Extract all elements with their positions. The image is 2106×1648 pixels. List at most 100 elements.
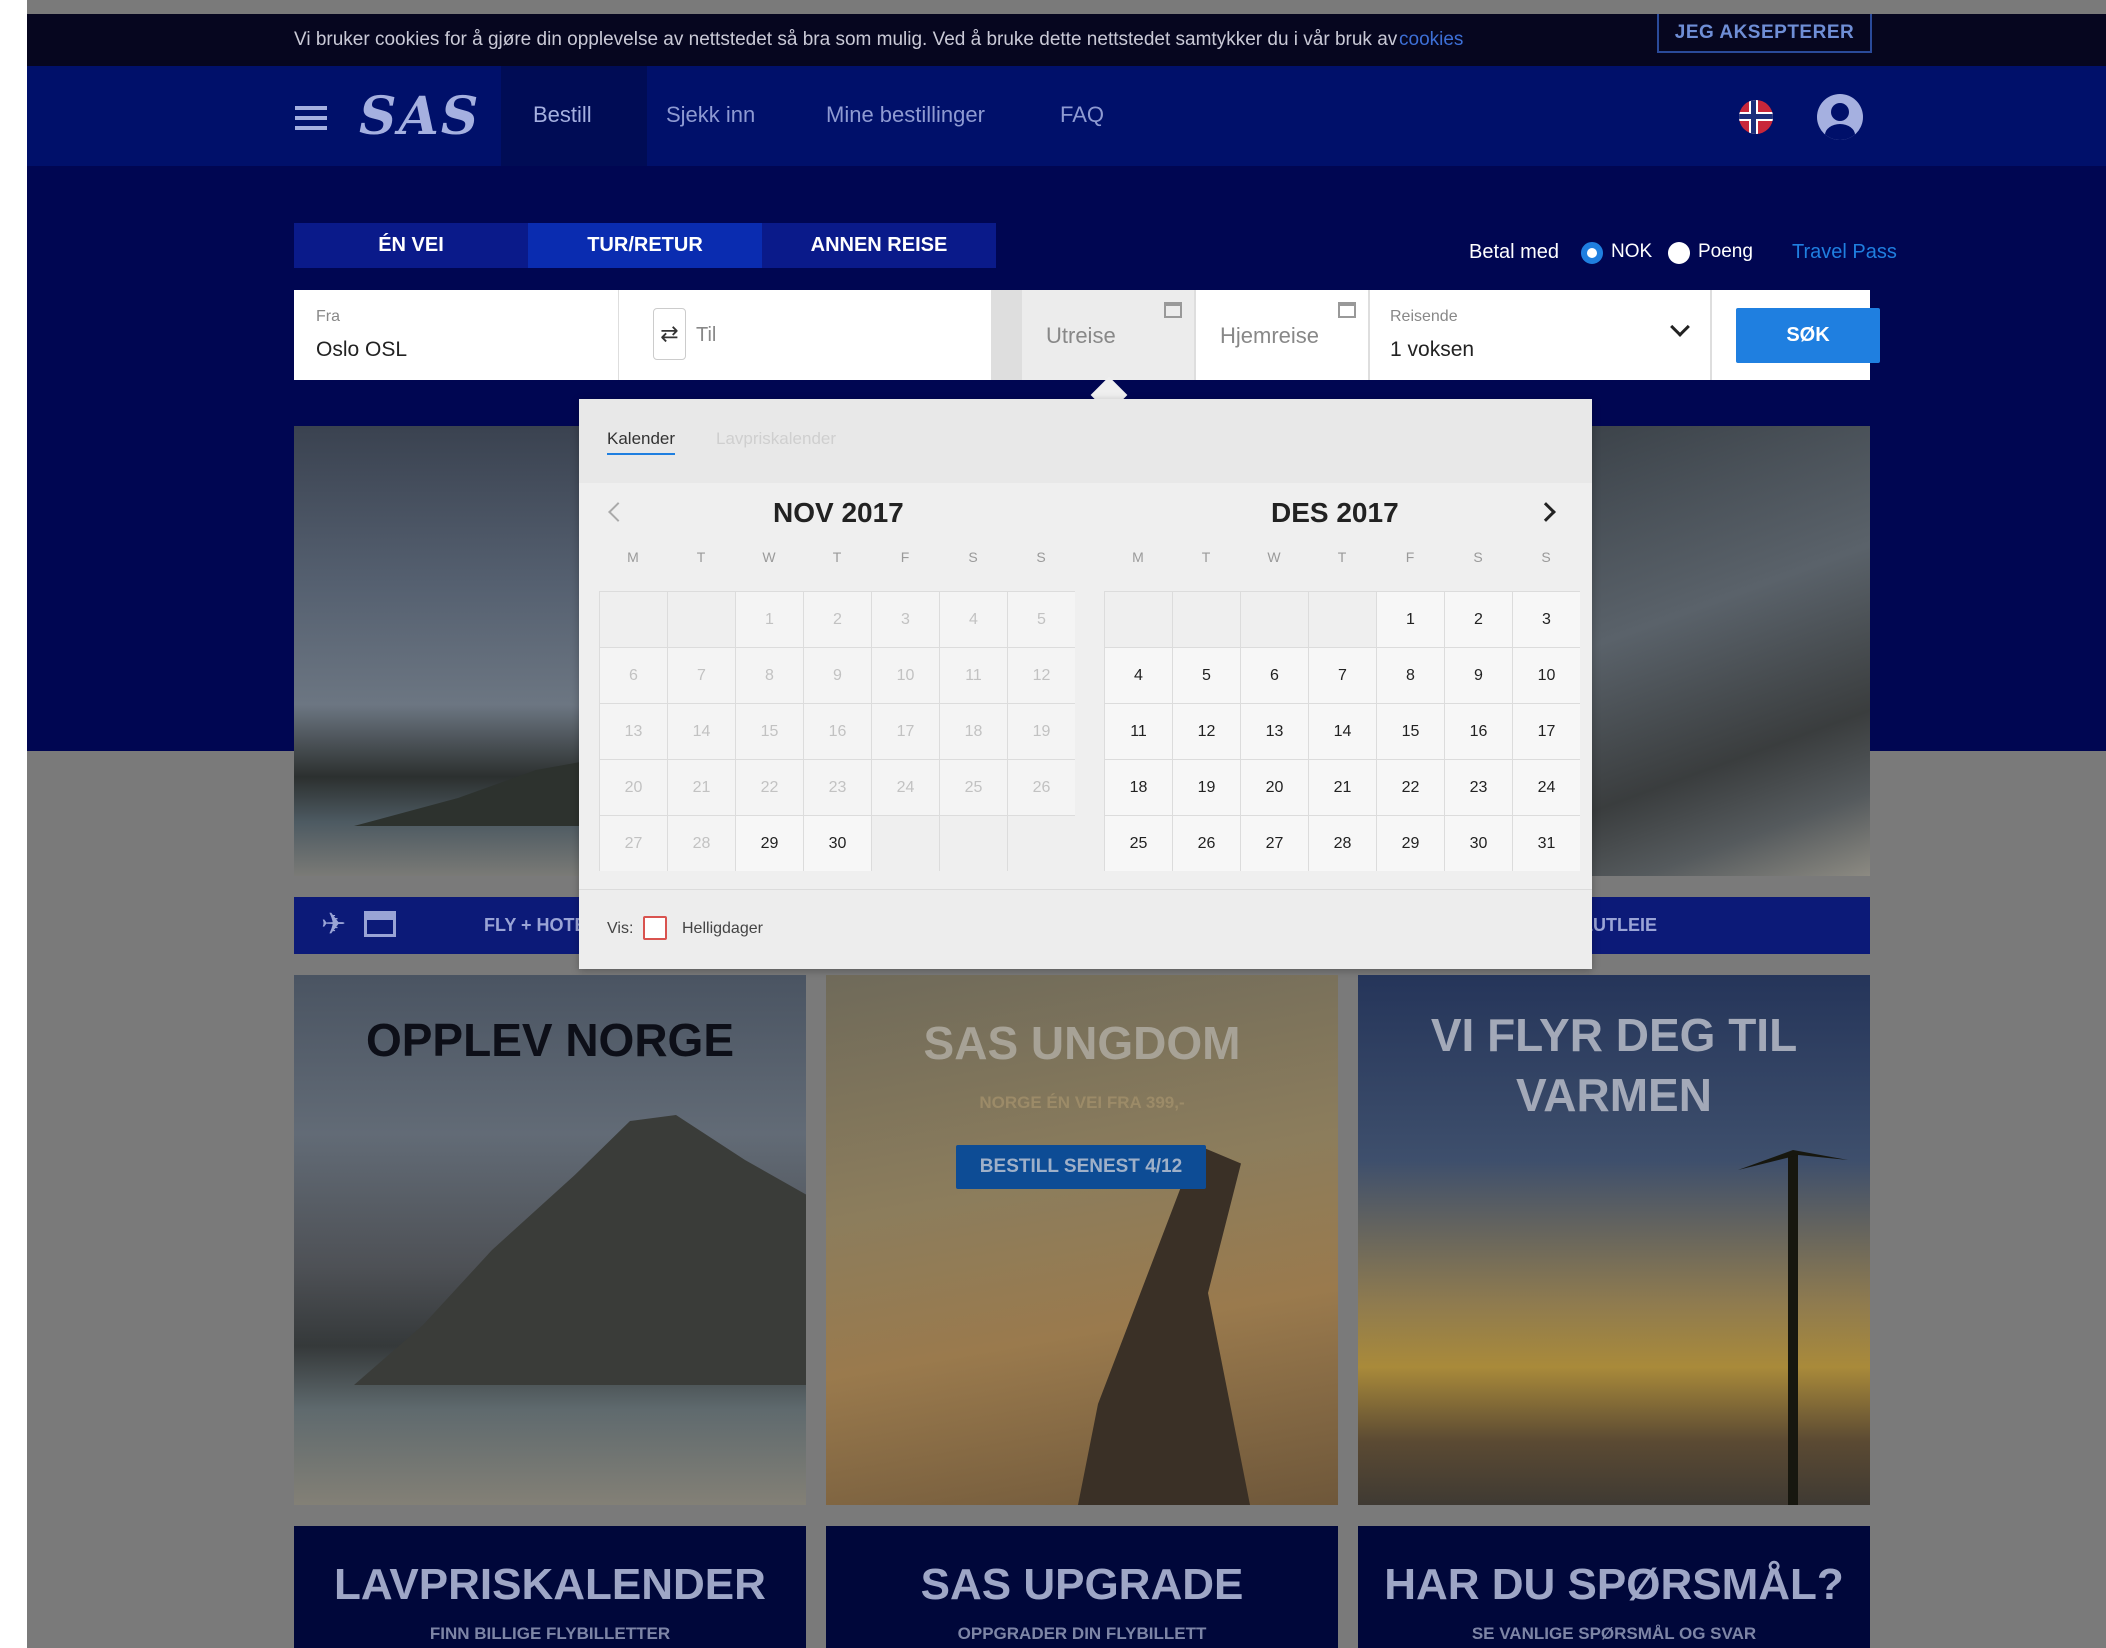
- calendar-day[interactable]: 29: [1376, 815, 1444, 871]
- radio-poeng[interactable]: [1668, 242, 1690, 264]
- calendar-day: 10: [871, 647, 939, 703]
- nav-item-faq[interactable]: FAQ: [1060, 102, 1104, 128]
- weekday-label: F: [900, 549, 910, 565]
- tab-en-vei[interactable]: ÉN VEI: [294, 223, 528, 268]
- sas-logo[interactable]: SAS: [359, 86, 480, 147]
- calendar-day[interactable]: 2: [1444, 591, 1512, 647]
- flight-icon: ✈: [321, 908, 347, 941]
- cookie-banner: Vi bruker cookies for å gjøre din opplev…: [27, 14, 2106, 66]
- card-lavpriskalender[interactable]: LAVPRISKALENDER FINN BILLIGE FLYBILLETTE…: [294, 1526, 806, 1648]
- chevron-down-icon[interactable]: [1670, 317, 1690, 337]
- to-field[interactable]: Til: [696, 324, 716, 347]
- norway-flag-icon[interactable]: [1739, 100, 1773, 134]
- month-title-left: NOV 2017: [773, 497, 904, 528]
- calendar-day: 18: [939, 703, 1007, 759]
- bestill-senest-button[interactable]: BESTILL SENEST 4/12: [956, 1145, 1206, 1189]
- weekday-label: S: [968, 549, 978, 565]
- calendar-day[interactable]: 13: [1240, 703, 1308, 759]
- weekday-label: M: [627, 549, 639, 565]
- calendar-day[interactable]: 21: [1308, 759, 1376, 815]
- weekday-label: M: [1132, 549, 1144, 565]
- calendar-day[interactable]: 28: [1308, 815, 1376, 871]
- tab-lavpriskalender[interactable]: Lavpriskalender: [716, 429, 836, 449]
- calendar-day[interactable]: 19: [1172, 759, 1240, 815]
- card-vi-flyr-deg-til-varmen[interactable]: VI FLYR DEG TIL VARMEN: [1358, 975, 1870, 1505]
- calendar-empty-cell: [599, 591, 667, 647]
- calendar-day[interactable]: 12: [1172, 703, 1240, 759]
- calendar-day[interactable]: 5: [1172, 647, 1240, 703]
- card-sas-ungdom[interactable]: SAS UNGDOM NORGE ÉN VEI FRA 399,- BESTIL…: [826, 975, 1338, 1505]
- calendar-day[interactable]: 9: [1444, 647, 1512, 703]
- calendar-day: 11: [939, 647, 1007, 703]
- calendar-day: 16: [803, 703, 871, 759]
- calendar-day[interactable]: 23: [1444, 759, 1512, 815]
- calendar-day[interactable]: 14: [1308, 703, 1376, 759]
- calendar-day[interactable]: 31: [1512, 815, 1580, 871]
- tab-tur-retur[interactable]: TUR/RETUR: [528, 223, 762, 268]
- calendar-day[interactable]: 17: [1512, 703, 1580, 759]
- calendar-day: 25: [939, 759, 1007, 815]
- swap-icon[interactable]: ⇄: [653, 308, 686, 360]
- calendar-day[interactable]: 3: [1512, 591, 1580, 647]
- accept-cookies-button[interactable]: JEG AKSEPTERER: [1657, 14, 1872, 53]
- calendar-day[interactable]: 22: [1376, 759, 1444, 815]
- calendar-day[interactable]: 8: [1376, 647, 1444, 703]
- card-har-du-sporsmal[interactable]: HAR DU SPØRSMÅL? SE VANLIGE SPØRSMÅL OG …: [1358, 1526, 1870, 1648]
- radio-nok[interactable]: [1581, 242, 1603, 264]
- card-title: SAS UNGDOM: [923, 1017, 1241, 1069]
- menu-icon[interactable]: [295, 106, 327, 130]
- card-opplev-norge[interactable]: OPPLEV NORGE: [294, 975, 806, 1505]
- calendar-day[interactable]: 27: [1240, 815, 1308, 871]
- user-account-icon[interactable]: [1817, 94, 1863, 140]
- calendar-day[interactable]: 4: [1104, 647, 1172, 703]
- calendar-day[interactable]: 11: [1104, 703, 1172, 759]
- calendar-day[interactable]: 16: [1444, 703, 1512, 759]
- return-date-field[interactable]: Hjemreise: [1196, 290, 1368, 380]
- calendar-day: 26: [1007, 759, 1075, 815]
- calendar-day[interactable]: 6: [1240, 647, 1308, 703]
- calendar-footer: Vis: Helligdager: [579, 889, 1592, 969]
- car-rental-link[interactable]: BILUTLEIE: [1564, 915, 1964, 936]
- travelers-field[interactable]: Reisende 1 voksen: [1370, 290, 1710, 380]
- calendar-day[interactable]: 15: [1376, 703, 1444, 759]
- calendar-day: 23: [803, 759, 871, 815]
- calendar-day[interactable]: 25: [1104, 815, 1172, 871]
- nav-item-sjekk-inn[interactable]: Sjekk inn: [666, 102, 755, 128]
- weekday-label: T: [696, 549, 706, 565]
- card-title-line2: VARMEN: [1516, 1069, 1712, 1121]
- cookie-link[interactable]: cookies: [1399, 29, 1463, 51]
- calendar-day[interactable]: 1: [1376, 591, 1444, 647]
- calendar-day[interactable]: 10: [1512, 647, 1580, 703]
- weekday-label: S: [1036, 549, 1046, 565]
- return-placeholder: Hjemreise: [1220, 323, 1320, 348]
- outbound-placeholder: Utreise: [1046, 323, 1116, 348]
- card-subtitle: SE VANLIGE SPØRSMÅL OG SVAR: [1471, 1624, 1757, 1643]
- travel-pass-link[interactable]: Travel Pass: [1792, 241, 1897, 264]
- calendar-day[interactable]: 29: [735, 815, 803, 871]
- weekday-label: S: [1473, 549, 1483, 565]
- calendar-day[interactable]: 26: [1172, 815, 1240, 871]
- search-button[interactable]: SØK: [1736, 308, 1880, 363]
- radio-nok-label: NOK: [1611, 241, 1653, 262]
- calendar-day[interactable]: 20: [1240, 759, 1308, 815]
- calendar-day[interactable]: 30: [803, 815, 871, 871]
- tab-kalender[interactable]: Kalender: [607, 429, 676, 455]
- card-sas-upgrade[interactable]: SAS UPGRADE OPPGRADER DIN FLYBILLETT: [826, 1526, 1338, 1648]
- calendar-day[interactable]: 7: [1308, 647, 1376, 703]
- outbound-date-field[interactable]: Utreise: [1022, 290, 1194, 380]
- calendar-popup: Kalender Lavpriskalender NOV 2017 DES 20…: [579, 399, 1592, 969]
- nav-item-mine-bestillinger[interactable]: Mine bestillinger: [826, 102, 985, 128]
- holidays-checkbox[interactable]: [643, 916, 667, 940]
- from-field[interactable]: Fra Oslo OSL: [294, 290, 618, 380]
- card-title-line1: VI FLYR DEG TIL: [1430, 1009, 1798, 1061]
- calendar-empty-cell: [1104, 591, 1172, 647]
- calendar-day[interactable]: 24: [1512, 759, 1580, 815]
- card-title: OPPLEV NORGE: [365, 1014, 735, 1066]
- nav-item-bestill[interactable]: Bestill: [533, 102, 592, 128]
- tab-annen-reise[interactable]: ANNEN REISE: [762, 223, 996, 268]
- search-bar: Fra Oslo OSL ⇄ Til Utreise Hjemreise Rei…: [294, 290, 1880, 380]
- calendar-day[interactable]: 30: [1444, 815, 1512, 871]
- calendar-day: 7: [667, 647, 735, 703]
- calendar-day[interactable]: 18: [1104, 759, 1172, 815]
- calendar-day: 3: [871, 591, 939, 647]
